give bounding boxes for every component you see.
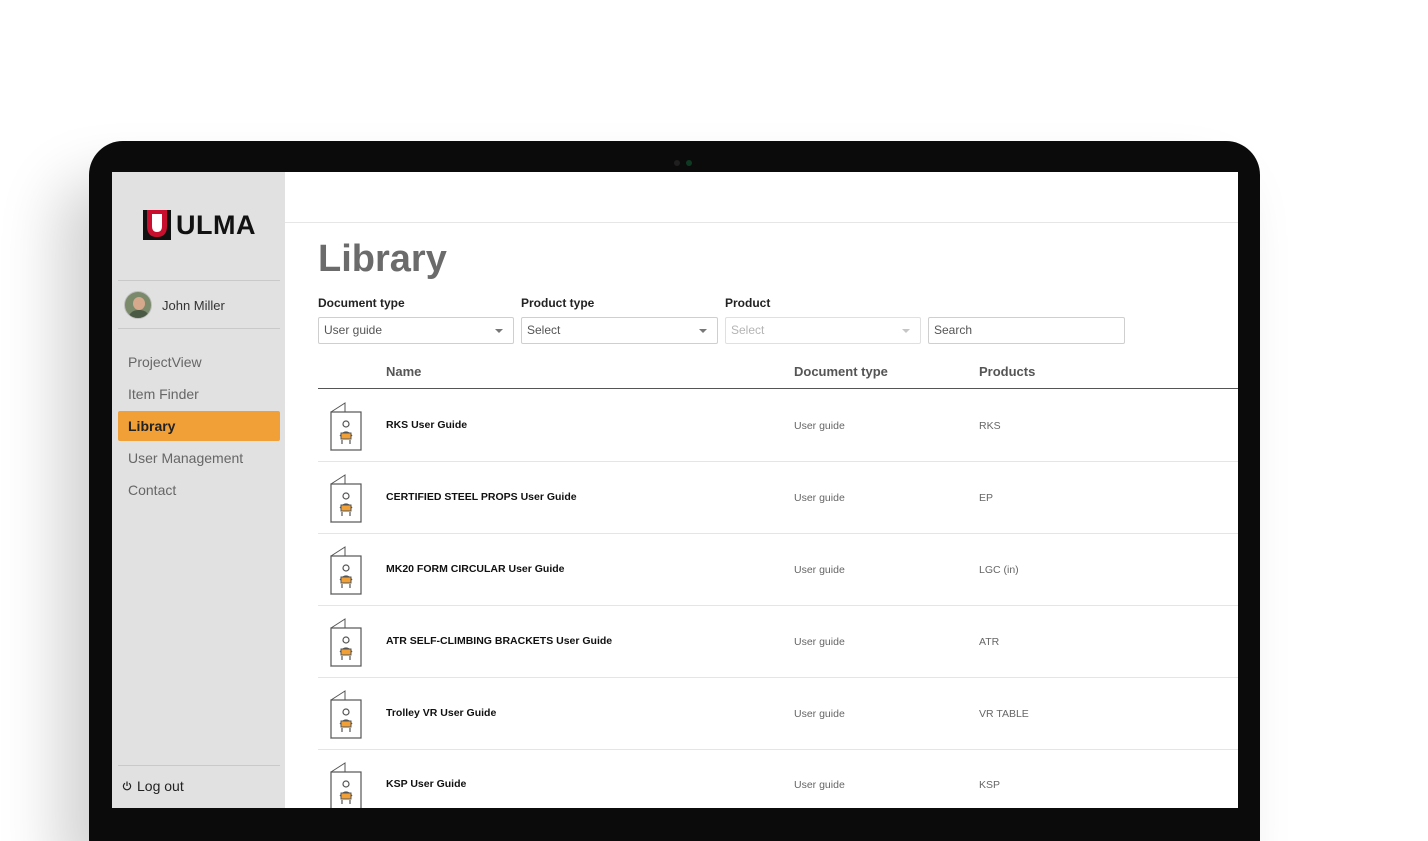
camera <box>670 159 706 167</box>
sidebar-item-library[interactable]: Library <box>118 411 280 441</box>
page-title: Library <box>318 238 447 280</box>
user-guide-icon <box>330 690 362 739</box>
product-type-select[interactable]: Select <box>521 317 718 344</box>
chevron-down-icon <box>699 329 707 333</box>
row-name[interactable]: RKS User Guide <box>386 419 467 431</box>
row-products: KSP <box>979 779 1001 791</box>
product-type-value: Select <box>527 323 561 337</box>
sidebar-divider <box>118 328 280 329</box>
brand-name: ULMA <box>176 209 256 240</box>
column-header-document-type[interactable]: Document type <box>794 364 888 379</box>
chevron-down-icon <box>902 329 910 333</box>
column-header-name[interactable]: Name <box>386 364 421 379</box>
sidebar-divider <box>118 280 280 281</box>
user-profile[interactable]: John Miller <box>124 291 225 319</box>
row-document-type: User guide <box>794 708 845 720</box>
row-name[interactable]: Trolley VR User Guide <box>386 707 496 719</box>
row-document-type: User guide <box>794 636 845 648</box>
row-products: VR TABLE <box>979 708 1029 720</box>
table-row[interactable]: MK20 FORM CIRCULAR User Guide User guide… <box>318 534 1238 606</box>
sidebar-divider <box>118 765 280 766</box>
product-select[interactable]: Select <box>725 317 921 344</box>
chevron-down-icon <box>495 329 503 333</box>
row-products: ATR <box>979 636 1000 648</box>
row-products: RKS <box>979 420 1001 432</box>
row-document-type: User guide <box>794 492 845 504</box>
user-name: John Miller <box>162 297 225 313</box>
avatar <box>124 291 152 319</box>
power-icon <box>122 781 132 791</box>
app-screen: ULMA John Miller ProjectView Item Finder… <box>112 172 1238 808</box>
row-name[interactable]: MK20 FORM CIRCULAR User Guide <box>386 563 565 575</box>
table-row[interactable]: KSP User Guide User guide KSP <box>318 750 1238 808</box>
user-guide-icon <box>330 546 362 595</box>
sidebar-nav: ProjectView Item Finder Library User Man… <box>118 347 280 507</box>
brand-logo[interactable]: ULMA <box>143 210 256 240</box>
row-document-type: User guide <box>794 779 845 791</box>
table-header: Name Document type Products <box>318 362 1238 389</box>
sidebar-item-projectview[interactable]: ProjectView <box>118 347 280 377</box>
row-document-type: User guide <box>794 420 845 432</box>
row-document-type: User guide <box>794 564 845 576</box>
document-type-value: User guide <box>324 323 383 337</box>
document-type-label: Document type <box>318 296 405 310</box>
product-value: Select <box>731 323 765 337</box>
document-type-select[interactable]: User guide <box>318 317 514 344</box>
user-guide-icon <box>330 762 362 808</box>
column-header-products[interactable]: Products <box>979 364 1035 379</box>
header-divider <box>285 222 1238 223</box>
table-row[interactable]: ATR SELF-CLIMBING BRACKETS User Guide Us… <box>318 606 1238 678</box>
sidebar-item-user-management[interactable]: User Management <box>118 443 280 473</box>
product-type-label: Product type <box>521 296 595 310</box>
row-name[interactable]: CERTIFIED STEEL PROPS User Guide <box>386 491 577 503</box>
logout-label: Log out <box>137 778 184 794</box>
table-row[interactable]: Trolley VR User Guide User guide VR TABL… <box>318 678 1238 750</box>
product-label: Product <box>725 296 771 310</box>
row-name[interactable]: KSP User Guide <box>386 778 466 790</box>
sidebar-item-contact[interactable]: Contact <box>118 475 280 505</box>
row-products: LGC (in) <box>979 564 1019 576</box>
search-input[interactable]: Search <box>928 317 1125 344</box>
table-row[interactable]: RKS User Guide User guide RKS <box>318 390 1238 462</box>
table-row[interactable]: CERTIFIED STEEL PROPS User Guide User gu… <box>318 462 1238 534</box>
user-guide-icon <box>330 474 362 523</box>
sidebar-item-item-finder[interactable]: Item Finder <box>118 379 280 409</box>
user-guide-icon <box>330 618 362 667</box>
logout-button[interactable]: Log out <box>122 778 184 794</box>
ulma-logo-icon <box>143 210 171 240</box>
sidebar: ULMA John Miller ProjectView Item Finder… <box>112 172 285 808</box>
user-guide-icon <box>330 402 362 451</box>
row-products: EP <box>979 492 994 504</box>
row-name[interactable]: ATR SELF-CLIMBING BRACKETS User Guide <box>386 635 612 647</box>
